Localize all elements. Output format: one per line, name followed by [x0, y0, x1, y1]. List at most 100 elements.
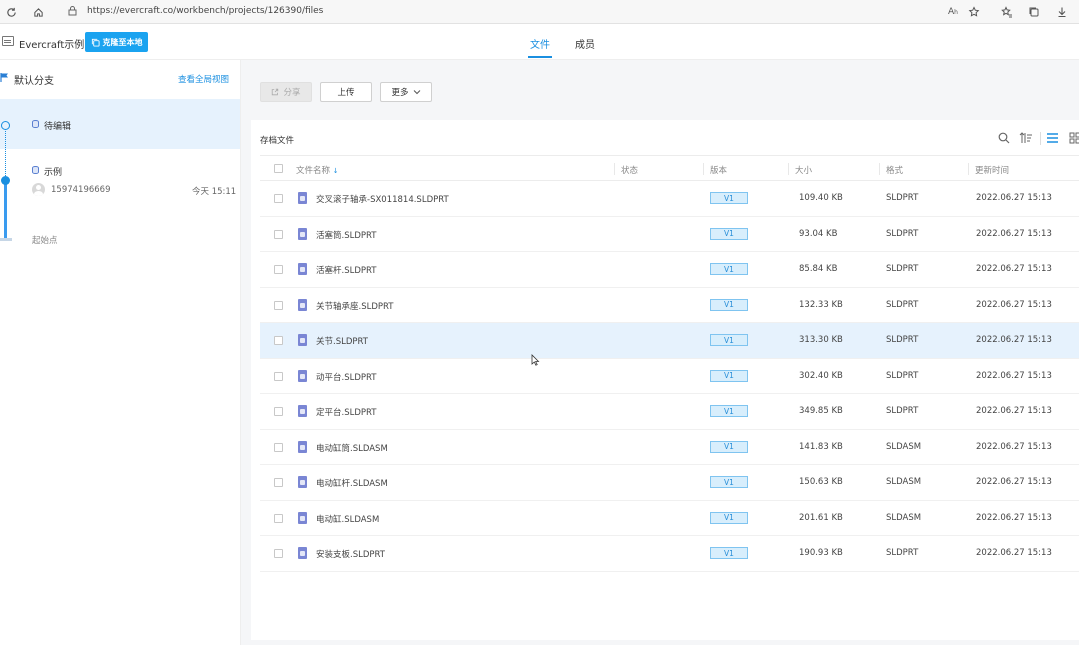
file-list-panel: 存档文件 文件名称 ↓ 状态 版本 大小 格式 更新时间 交叉滚子轴承-SX01…	[251, 120, 1079, 640]
file-name[interactable]: 安装支板.SLDPRT	[316, 548, 385, 560]
table-row[interactable]: 关节轴承座.SLDPRT V1 132.33 KB SLDPRT 2022.06.27 …	[260, 287, 1079, 323]
file-size: 85.84 KB	[799, 264, 838, 274]
file-name[interactable]: 交叉滚子轴承-SX011814.SLDPRT	[316, 193, 449, 205]
version-badge[interactable]: V1	[710, 547, 748, 559]
file-name[interactable]: 活塞筒.SLDPRT	[316, 229, 376, 241]
col-name[interactable]: 文件名称 ↓	[296, 164, 339, 176]
file-icon	[298, 227, 307, 240]
file-icon	[298, 192, 307, 204]
share-button[interactable]: 分享	[260, 82, 312, 102]
start-point-label: 起始点	[32, 236, 58, 246]
more-dropdown[interactable]: 更多	[380, 82, 432, 102]
file-name[interactable]: 动平台.SLDPRT	[316, 371, 376, 383]
node-label-pending[interactable]: 待编辑	[44, 119, 71, 132]
favorites-icon[interactable]	[1000, 5, 1014, 19]
row-checkbox[interactable]	[274, 300, 283, 310]
collections-icon[interactable]	[1027, 5, 1041, 19]
col-format: 格式	[886, 166, 904, 176]
version-badge[interactable]: V1	[710, 476, 748, 488]
app-header: Evercraft示例 克隆至本地 文件 成员	[0, 24, 1079, 60]
file-icon	[298, 369, 307, 382]
file-name[interactable]: 电动缸筒.SLDASM	[316, 442, 388, 454]
address-bar[interactable]: https://evercraft.co/workbench/projects/…	[87, 6, 323, 16]
tab-files[interactable]: 文件	[530, 36, 550, 51]
commit-node-marker	[1, 176, 10, 185]
file-size: 313.30 KB	[799, 335, 843, 345]
grid-view-icon[interactable]	[1069, 132, 1079, 147]
row-checkbox[interactable]	[274, 336, 283, 345]
project-icon	[2, 36, 14, 46]
file-updated: 2022.06.27 15:13	[976, 406, 1052, 416]
section-title: 存档文件	[260, 136, 295, 146]
download-icon[interactable]	[1055, 5, 1069, 19]
file-icon	[298, 405, 307, 417]
row-checkbox[interactable]	[274, 265, 283, 274]
row-checkbox[interactable]	[274, 513, 283, 523]
commit-time: 今天 15:11	[192, 187, 237, 197]
row-checkbox[interactable]	[274, 549, 283, 558]
row-checkbox[interactable]	[274, 371, 283, 381]
table-row[interactable]: 定平台.SLDPRT V1 349.85 KB SLDPRT 2022.06.27 15…	[260, 394, 1079, 430]
table-row[interactable]: 电动缸筒.SLDASM V1 141.83 KB SLDASM 2022.06.27 1…	[260, 429, 1079, 465]
file-format: SLDASM	[886, 512, 922, 523]
tab-members[interactable]: 成员	[575, 36, 595, 51]
upload-button[interactable]: 上传	[320, 82, 372, 102]
version-badge[interactable]: V1	[710, 440, 748, 453]
read-aloud-icon[interactable]: Ah	[946, 5, 960, 19]
home-icon[interactable]	[31, 5, 45, 19]
branch-title: 默认分支	[14, 76, 54, 87]
version-badge[interactable]: V1	[710, 405, 748, 417]
file-icon	[298, 440, 307, 453]
active-tab-indicator	[528, 56, 552, 58]
file-size: 349.85 KB	[799, 406, 843, 416]
commit-author: 15974196669	[51, 185, 111, 195]
file-name[interactable]: 定平台.SLDPRT	[316, 406, 376, 418]
node-label-commit[interactable]: 示例	[44, 165, 62, 178]
version-badge[interactable]: V1	[710, 192, 748, 204]
search-icon[interactable]	[998, 132, 1010, 147]
table-row[interactable]: 安装支板.SLDPRT V1 190.93 KB SLDPRT 2022.06.27 1…	[260, 536, 1079, 572]
table-row[interactable]: 活塞杆.SLDPRT V1 85.84 KB SLDPRT 2022.06.27 15:…	[260, 252, 1079, 288]
list-view-icon[interactable]	[1046, 132, 1059, 147]
table-row[interactable]: 关节.SLDPRT V1 313.30 KB SLDPRT 2022.06.27 15:…	[260, 323, 1079, 359]
file-name[interactable]: 电动缸杆.SLDASM	[316, 477, 388, 489]
clone-button[interactable]: 克隆至本地	[85, 32, 148, 52]
file-icon	[298, 298, 307, 311]
file-format: SLDPRT	[886, 406, 919, 416]
table-row[interactable]: 动平台.SLDPRT V1 302.40 KB SLDPRT 2022.06.27 15…	[260, 358, 1079, 394]
table-row[interactable]: 电动缸.SLDASM V1 201.61 KB SLDASM 2022.06.27 15…	[260, 500, 1079, 536]
file-updated: 2022.06.27 15:13	[976, 441, 1052, 452]
upload-label: 上传	[337, 88, 355, 98]
row-checkbox[interactable]	[274, 229, 283, 239]
view-all-link[interactable]: 查看全局视图	[178, 73, 229, 85]
file-name[interactable]: 关节轴承座.SLDPRT	[316, 300, 393, 312]
file-name[interactable]: 活塞杆.SLDPRT	[316, 264, 376, 276]
version-badge[interactable]: V1	[710, 227, 748, 240]
file-name[interactable]: 关节.SLDPRT	[316, 335, 368, 347]
version-badge[interactable]: V1	[710, 334, 748, 346]
select-all-checkbox[interactable]	[274, 164, 283, 173]
favorite-icon[interactable]	[967, 5, 981, 19]
table-row[interactable]: 活塞筒.SLDPRT V1 93.04 KB SLDPRT 2022.06.27 15:…	[260, 216, 1079, 252]
column-divider	[614, 163, 615, 175]
col-updated: 更新时间	[975, 166, 1010, 176]
file-format: SLDPRT	[886, 193, 919, 203]
browser-toolbar: https://evercraft.co/workbench/projects/…	[0, 0, 1079, 24]
timeline-pending	[5, 126, 6, 178]
file-name[interactable]: 电动缸.SLDASM	[316, 513, 379, 525]
version-badge[interactable]: V1	[710, 298, 748, 311]
version-badge[interactable]: V1	[710, 369, 748, 382]
refresh-icon[interactable]	[4, 5, 18, 19]
file-size: 132.33 KB	[799, 299, 843, 310]
sort-icon[interactable]	[1019, 132, 1033, 147]
col-size: 大小	[795, 166, 813, 176]
table-row[interactable]: 电动缸杆.SLDASM V1 150.63 KB SLDASM 2022.06.27 1…	[260, 465, 1079, 501]
table-row[interactable]: 交叉滚子轴承-SX011814.SLDPRT V1 109.40 KB SLDPRT 2…	[260, 181, 1079, 217]
row-checkbox[interactable]	[274, 478, 283, 487]
row-checkbox[interactable]	[274, 194, 283, 203]
flag-icon	[0, 72, 10, 82]
row-checkbox[interactable]	[274, 407, 283, 416]
version-badge[interactable]: V1	[710, 511, 748, 524]
version-badge[interactable]: V1	[710, 263, 748, 275]
row-checkbox[interactable]	[274, 442, 283, 452]
